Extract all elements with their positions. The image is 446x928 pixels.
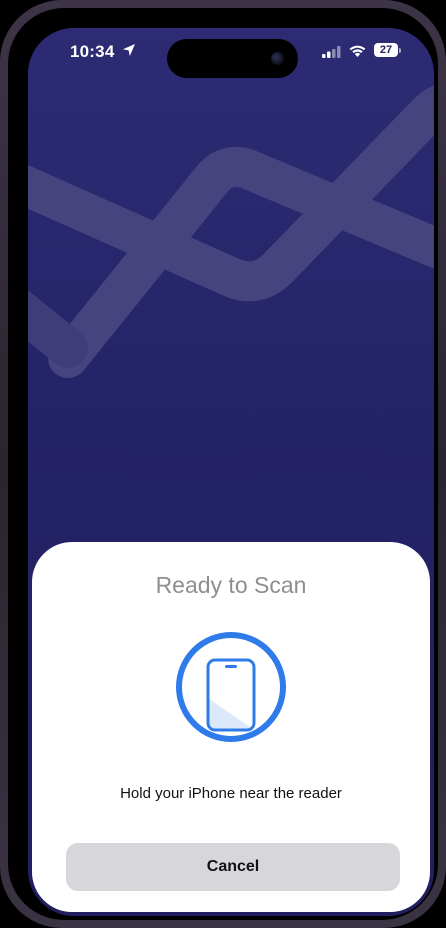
battery-icon: 27	[374, 43, 402, 58]
front-camera-icon	[271, 52, 284, 65]
background-wave-graphic	[28, 85, 434, 378]
screen: 10:34 27 Ready to Scan Hold your iPhone …	[28, 28, 434, 916]
cancel-button[interactable]: Cancel	[66, 843, 400, 891]
location-arrow-icon	[123, 44, 135, 56]
status-bar: 10:34 27	[28, 28, 434, 78]
scan-sheet: Ready to Scan Hold your iPhone near the …	[32, 542, 430, 912]
dynamic-island	[167, 39, 298, 78]
sheet-title: Ready to Scan	[155, 572, 307, 598]
wifi-icon	[349, 45, 366, 57]
cellular-signal-icon	[322, 46, 341, 58]
battery-level: 27	[379, 44, 393, 56]
device-frame: 10:34 27 Ready to Scan Hold your iPhone …	[0, 0, 446, 928]
scan-instruction: Hold your iPhone near the reader	[120, 785, 342, 802]
status-time: 10:34	[70, 42, 115, 61]
cancel-button-label: Cancel	[206, 858, 260, 875]
device-bezel: 10:34 27 Ready to Scan Hold your iPhone …	[8, 8, 438, 920]
phone-in-circle-icon	[176, 632, 286, 742]
